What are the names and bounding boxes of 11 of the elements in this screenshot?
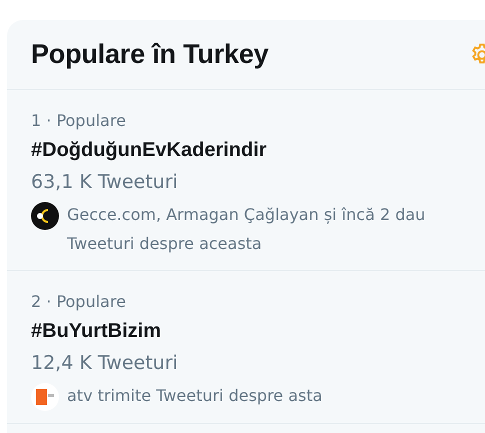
trend-hashtag[interactable]: #DoğduğunEvKaderindir bbox=[31, 134, 483, 166]
trend-context: atv trimite Tweeturi despre asta bbox=[67, 385, 324, 407]
trend-rank: 2 · Populare bbox=[31, 291, 127, 313]
avatar-icon bbox=[31, 202, 59, 230]
panel-title: Populare în Turkey bbox=[31, 39, 268, 70]
trend-context: Gecce.com, Armagan Çağlayan și încă 2 dau Tweeturi despre aceasta bbox=[67, 204, 426, 255]
trend-rank: 1 · Populare bbox=[31, 110, 127, 132]
tweet-count: 12,4 K Tweeturi bbox=[31, 351, 179, 376]
tweet-count: 63,1 K Tweeturi bbox=[31, 170, 179, 195]
trend-hashtag[interactable]: #BuYurtBizim bbox=[31, 315, 483, 347]
avatar-icon bbox=[31, 383, 59, 411]
